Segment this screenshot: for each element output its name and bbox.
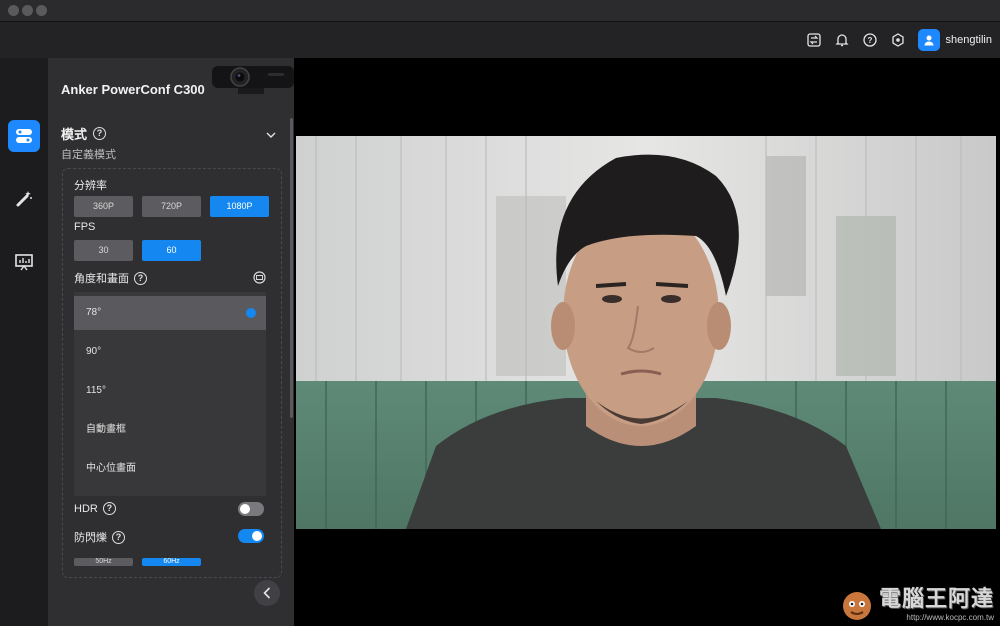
- camera-preview: 電腦王阿達 http://www.kocpc.com.tw: [294, 58, 1000, 626]
- antiflicker-50hz-button[interactable]: 50Hz: [74, 558, 133, 566]
- nav-presentation[interactable]: [8, 246, 40, 278]
- mode-subtitle: 自定義模式: [61, 149, 116, 161]
- antiflicker-60hz-button[interactable]: 60Hz: [142, 558, 201, 566]
- angle-label: 角度和畫面 ?: [74, 270, 147, 286]
- resolution-720p-button[interactable]: 720P: [142, 196, 201, 217]
- panel-scrollbar[interactable]: [290, 118, 293, 418]
- fps-label: FPS: [74, 221, 96, 233]
- device-name: Anker PowerConf C300: [61, 82, 205, 97]
- maximize-window-button[interactable]: [36, 5, 47, 16]
- help-icon[interactable]: ?: [862, 32, 878, 48]
- antiflicker-help-icon[interactable]: ?: [112, 530, 125, 544]
- resolution-label: 分辨率: [74, 180, 107, 192]
- mode-help-icon[interactable]: ?: [93, 127, 107, 140]
- antiflicker-label: 防閃爍 ?: [74, 529, 125, 545]
- mode-title: 模式: [61, 127, 88, 142]
- camera-settings-icon: [16, 129, 32, 143]
- nav-camera-settings[interactable]: [8, 120, 40, 152]
- chevron-left-icon: [263, 587, 271, 599]
- check-icon: [246, 308, 256, 318]
- angle-help-icon[interactable]: ?: [134, 271, 147, 285]
- window-titlebar: [0, 0, 1000, 22]
- angle-settings-icon[interactable]: [253, 271, 266, 284]
- mascot-logo-icon: [842, 592, 871, 620]
- left-nav: [0, 58, 48, 626]
- settings-panel: Anker PowerConf C300 模式 ? 自定義模式 分辨率 360P…: [48, 58, 294, 626]
- minimize-window-button[interactable]: [22, 5, 33, 16]
- angle-option-115[interactable]: 115°: [74, 374, 266, 408]
- mode-heading: 模式 ?: [61, 124, 107, 143]
- resolution-1080p-button[interactable]: 1080P: [210, 196, 269, 217]
- user-avatar-icon: [917, 29, 940, 51]
- angle-option-90[interactable]: 90°: [74, 335, 266, 369]
- angle-dropdown: 78° 90° 115° 自動畫框 中心位畫面: [74, 292, 266, 496]
- user-menu[interactable]: shengtilin: [917, 29, 992, 51]
- hdr-label: HDR ?: [74, 502, 116, 515]
- swap-icon[interactable]: [806, 32, 822, 48]
- magic-wand-icon: [16, 191, 32, 207]
- angle-option-78[interactable]: 78°: [74, 296, 266, 330]
- resolution-360p-button[interactable]: 360P: [74, 196, 133, 217]
- top-toolbar: ? shengtilin: [0, 22, 1000, 58]
- collapse-panel-button[interactable]: [254, 580, 280, 606]
- bell-icon[interactable]: [834, 32, 850, 48]
- webcam-image: [212, 66, 294, 94]
- hdr-toggle[interactable]: [238, 502, 264, 516]
- watermark: 電腦王阿達 http://www.kocpc.com.tw: [839, 581, 994, 622]
- camera-feed: [296, 136, 996, 529]
- chevron-down-icon[interactable]: [266, 132, 276, 139]
- svg-text:?: ?: [867, 36, 872, 45]
- fps-30-button[interactable]: 30: [74, 240, 133, 261]
- watermark-url: http://www.kocpc.com.tw: [906, 613, 994, 622]
- angle-option-auto-framing[interactable]: 自動畫框: [74, 413, 266, 447]
- antiflicker-toggle[interactable]: [238, 529, 264, 543]
- angle-option-center[interactable]: 中心位畫面: [74, 452, 266, 486]
- presentation-icon: [15, 254, 33, 271]
- fps-60-button[interactable]: 60: [142, 240, 201, 261]
- settings-icon[interactable]: [890, 32, 906, 48]
- username-label: shengtilin: [945, 34, 992, 46]
- watermark-text: 電腦王阿達: [878, 586, 994, 611]
- hdr-help-icon[interactable]: ?: [102, 502, 116, 515]
- nav-effects[interactable]: [8, 183, 40, 215]
- close-window-button[interactable]: [8, 5, 19, 16]
